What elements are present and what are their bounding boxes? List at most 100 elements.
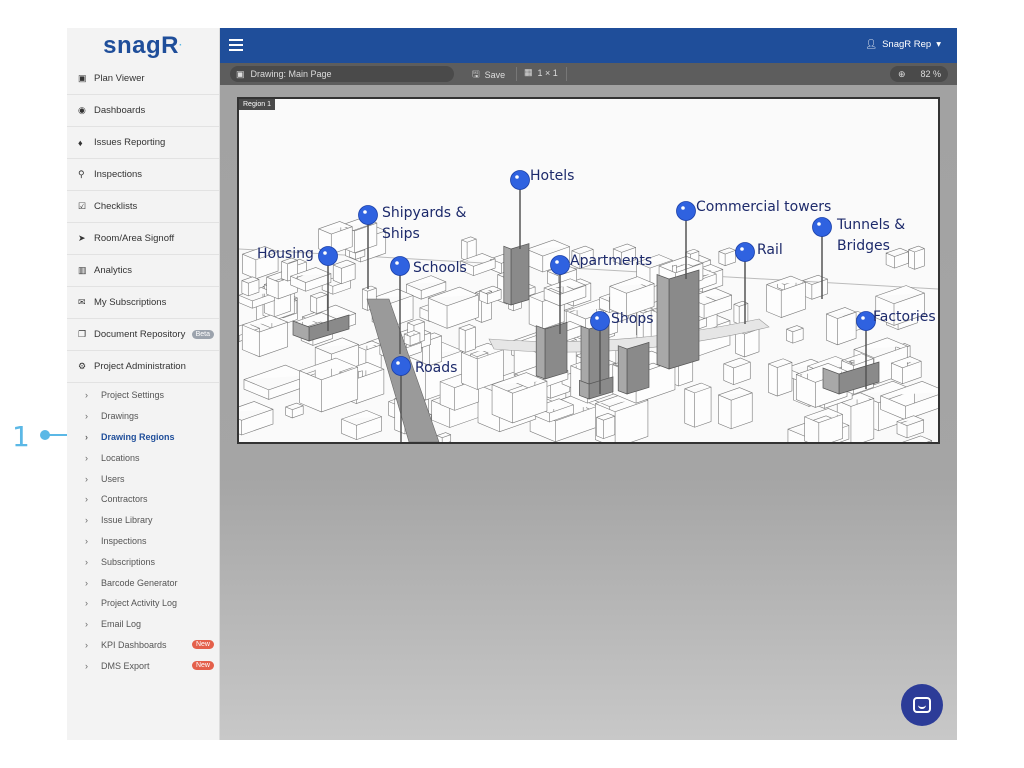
submenu-item-subscriptions[interactable]: › Subscriptions <box>67 551 219 572</box>
sidebar-item-dashboards[interactable]: ◉ Dashboards <box>67 95 219 127</box>
sidebar-item-label: Plan Viewer <box>94 73 145 84</box>
drawing-sheet[interactable]: Region 1 Housing Shipyards & Ships Schools H… <box>237 97 940 444</box>
chevron-right-icon: › <box>85 452 88 463</box>
new-badge: New <box>191 640 214 650</box>
pin-marker-icon[interactable] <box>391 356 411 376</box>
city-illustration: Housing Shipyards & Ships Schools Hotels Apar… <box>239 168 938 442</box>
zoom-value: 82 % <box>920 69 941 79</box>
sidebar-item-document-repository[interactable]: ❐ Document Repository Beta <box>67 319 219 351</box>
sidebar-item-label: Project Administration <box>94 361 186 372</box>
sidebar-item-inspections[interactable]: ⚲ Inspections <box>67 159 219 191</box>
submenu-item-email-log[interactable]: › Email Log <box>67 614 219 635</box>
sidebar-item-checklists[interactable]: ☑ Checklists <box>67 191 219 223</box>
menu-toggle-icon[interactable] <box>229 39 243 51</box>
cogs-icon: ⚙ <box>78 361 87 371</box>
submenu-item-label: Project Settings <box>101 390 165 401</box>
sidebar-item-project-administration[interactable]: ⚙ Project Administration <box>67 351 219 383</box>
sidebar-item-label: Document Repository <box>94 329 186 340</box>
pin-label: Roads <box>415 360 457 376</box>
logo-text: snagR <box>103 31 179 59</box>
submenu-item-dms-export[interactable]: › DMS Export New <box>67 655 219 676</box>
city-buildings <box>239 217 938 442</box>
logo-mark: · <box>179 40 183 51</box>
sidebar-item-plan-viewer[interactable]: ▣ Plan Viewer <box>67 63 219 95</box>
pin-label: Factories <box>873 309 936 325</box>
chevron-right-icon: › <box>85 473 88 484</box>
pin-label: Tunnels & <box>836 217 905 233</box>
pin-marker-icon[interactable] <box>550 255 570 275</box>
pin-marker-icon[interactable] <box>676 201 696 221</box>
sidebar-item-analytics[interactable]: ▥ Analytics <box>67 255 219 287</box>
toolbar-divider <box>566 67 567 81</box>
chat-launcher-button[interactable] <box>901 684 943 726</box>
zoom-icon: ⊕ <box>898 68 906 79</box>
submenu-item-users[interactable]: › Users <box>67 468 219 489</box>
submenu-item-barcode-generator[interactable]: › Barcode Generator <box>67 572 219 593</box>
sidebar-item-label: Dashboards <box>94 105 146 116</box>
sidebar-item-issues-reporting[interactable]: ♦ Issues Reporting <box>67 127 219 159</box>
submenu-item-drawings[interactable]: › Drawings <box>67 406 219 427</box>
submenu-item-label: Drawing Regions <box>101 431 175 442</box>
main-nav: ▣ Plan Viewer ◉ Dashboards ♦ Issues Reporting… <box>67 63 219 383</box>
dashboard-icon: ◉ <box>78 105 86 115</box>
grid-button[interactable]: ▦ 1 × 1 <box>524 67 558 78</box>
chevron-right-icon: › <box>85 431 88 442</box>
pin-label-line2: Bridges <box>837 238 890 254</box>
pin-label: Housing <box>257 246 314 262</box>
chevron-right-icon: › <box>85 598 88 609</box>
sidebar-item-label: My Subscriptions <box>94 297 167 308</box>
sidebar: snagR · ▣ Plan Viewer ◉ Dashboards ♦ Issues Re… <box>67 28 220 740</box>
image-icon: ▣ <box>78 73 87 83</box>
pin-marker-icon[interactable] <box>390 256 410 276</box>
pin-marker-icon[interactable] <box>590 311 610 331</box>
drawing-canvas[interactable]: Region 1 Housing Shipyards & Ships Schools H… <box>220 85 957 740</box>
user-menu[interactable]: 👤︎ SnagR Rep ▾ <box>865 39 941 50</box>
user-name: SnagR Rep <box>882 39 932 50</box>
callout-number: 1 <box>12 420 30 453</box>
pin-marker-icon[interactable] <box>735 242 755 262</box>
chevron-right-icon: › <box>85 556 88 567</box>
submenu-item-issue-library[interactable]: › Issue Library <box>67 510 219 531</box>
submenu-item-kpi-dashboards[interactable]: › KPI Dashboards New <box>67 635 219 656</box>
submenu-item-drawing-regions[interactable]: › Drawing Regions <box>67 427 219 448</box>
chevron-right-icon: › <box>85 515 88 526</box>
zoom-control[interactable]: ⊕ 82 % <box>890 66 948 82</box>
envelope-icon: ✉ <box>78 297 86 307</box>
drawing-selector[interactable]: ▣ Drawing: Main Page <box>230 66 454 82</box>
chevron-right-icon: › <box>85 619 88 630</box>
region-label[interactable]: Region 1 <box>239 99 276 110</box>
app-logo[interactable]: snagR · <box>67 28 219 63</box>
sidebar-item-label: Issues Reporting <box>94 137 166 148</box>
submenu-item-label: KPI Dashboards <box>101 639 167 650</box>
submenu-item-project-settings[interactable]: › Project Settings <box>67 385 219 406</box>
submenu-item-label: Email Log <box>101 619 142 630</box>
sidebar-item-room-area-signoff[interactable]: ➤ Room/Area Signoff <box>67 223 219 255</box>
pin-marker-icon[interactable] <box>812 217 832 237</box>
location-arrow-icon: ➤ <box>78 233 86 243</box>
pin-label: Apartments <box>570 253 652 269</box>
sidebar-item-label: Analytics <box>94 265 133 276</box>
user-icon: 👤︎ <box>865 39 878 50</box>
pin-hotels[interactable]: Hotels <box>510 168 575 249</box>
pin-marker-icon[interactable] <box>510 170 530 190</box>
save-label: Save <box>484 70 506 80</box>
save-button[interactable]: 🖫︎ Save <box>472 67 505 83</box>
beta-badge: Beta <box>191 330 214 339</box>
pin-label-line2: Ships <box>382 226 420 242</box>
chevron-right-icon: › <box>85 639 88 650</box>
submenu-item-label: Project Activity Log <box>101 598 178 609</box>
submenu-item-label: DMS Export <box>101 660 150 671</box>
submenu-item-inspections[interactable]: › Inspections <box>67 531 219 552</box>
pin-marker-icon[interactable] <box>318 246 338 266</box>
check-square-icon: ☑ <box>78 201 87 211</box>
sidebar-item-label: Inspections <box>94 169 143 180</box>
chevron-right-icon: › <box>85 494 88 505</box>
submenu-item-contractors[interactable]: › Contractors <box>67 489 219 510</box>
submenu-item-label: Users <box>101 473 125 484</box>
search-icon: ⚲ <box>78 169 85 179</box>
map-marker-icon: ♦ <box>78 137 83 148</box>
submenu-item-locations[interactable]: › Locations <box>67 447 219 468</box>
submenu-item-project-activity-log[interactable]: › Project Activity Log <box>67 593 219 614</box>
pin-marker-icon[interactable] <box>358 205 378 225</box>
sidebar-item-my-subscriptions[interactable]: ✉ My Subscriptions <box>67 287 219 319</box>
